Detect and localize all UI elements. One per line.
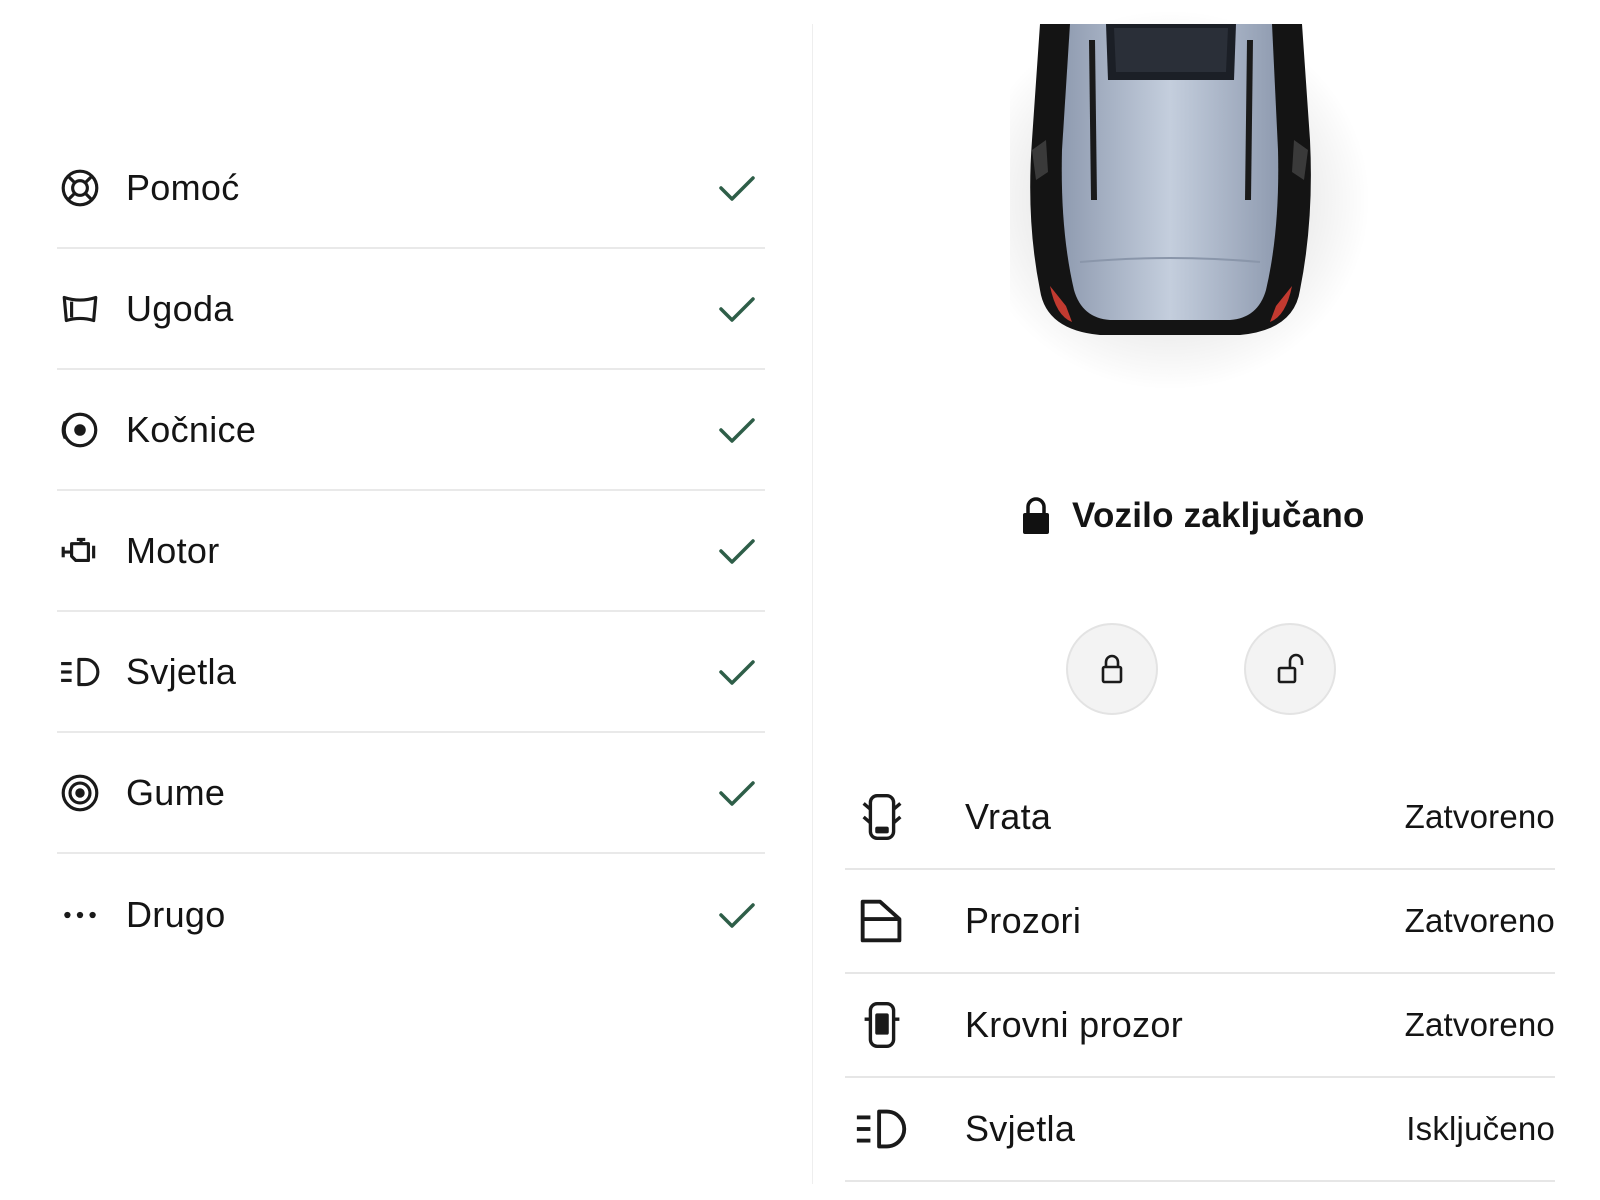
checkmark-icon [717,895,757,935]
status-row-svjetla[interactable]: Svjetla Isključeno [845,1078,1555,1182]
check-label: Kočnice [126,408,257,450]
check-row-gume[interactable]: Gume [57,733,765,854]
checkmark-icon [717,289,757,329]
unlock-button[interactable] [1244,623,1336,715]
status-label: Krovni prozor [965,1004,1183,1045]
car-window-icon [853,892,911,950]
car-top-view-image [970,0,1390,400]
check-row-ugoda[interactable]: Ugoda [57,249,765,370]
checkmark-icon [717,168,757,208]
panel-divider [812,24,813,1184]
check-label: Drugo [126,893,226,935]
checkmark-icon [717,773,757,813]
checkmark-icon [717,652,757,692]
health-check-list: Pomoć Ugoda Kočnice Motor Svjetla Gume D… [57,128,765,975]
status-label: Prozori [965,900,1082,941]
check-row-pomoc[interactable]: Pomoć [57,128,765,249]
checkmark-icon [717,531,757,571]
check-label: Gume [126,771,226,813]
check-row-kocnice[interactable]: Kočnice [57,370,765,491]
lock-status: Vozilo zaključano [1020,488,1420,544]
status-value: Zatvoreno [1404,798,1555,835]
vehicle-status-list: Vrata Zatvoreno Prozori Zatvoreno Krovni… [845,766,1555,1182]
check-label: Pomoć [126,166,240,208]
car-doors-icon [853,788,911,846]
status-value: Isključeno [1406,1110,1555,1147]
status-row-prozori[interactable]: Prozori Zatvoreno [845,870,1555,974]
check-label: Svjetla [126,650,237,692]
seat-icon [59,288,101,330]
check-row-svjetla[interactable]: Svjetla [57,612,765,733]
lock-status-text: Vozilo zaključano [1072,496,1365,535]
status-label: Vrata [965,796,1052,837]
status-row-krovni-prozor[interactable]: Krovni prozor Zatvoreno [845,974,1555,1078]
check-label: Ugoda [126,287,234,329]
padlock-icon [1020,496,1052,536]
check-row-motor[interactable]: Motor [57,491,765,612]
status-value: Zatvoreno [1404,902,1555,939]
status-label: Svjetla [965,1108,1076,1149]
status-row-vrata[interactable]: Vrata Zatvoreno [845,766,1555,870]
check-row-drugo[interactable]: Drugo [57,854,765,975]
more-dots-icon [59,894,101,936]
headlight-icon [853,1100,911,1158]
status-value: Zatvoreno [1404,1006,1555,1043]
lifebuoy-icon [59,167,101,209]
sunroof-icon [853,996,911,1054]
brake-icon [59,409,101,451]
tire-icon [59,772,101,814]
headlight-icon [59,651,101,693]
engine-icon [59,530,101,572]
lock-button[interactable] [1066,623,1158,715]
unlock-icon [1277,653,1304,684]
check-label: Motor [126,529,220,571]
checkmark-icon [717,410,757,450]
lock-icon [1101,654,1123,684]
